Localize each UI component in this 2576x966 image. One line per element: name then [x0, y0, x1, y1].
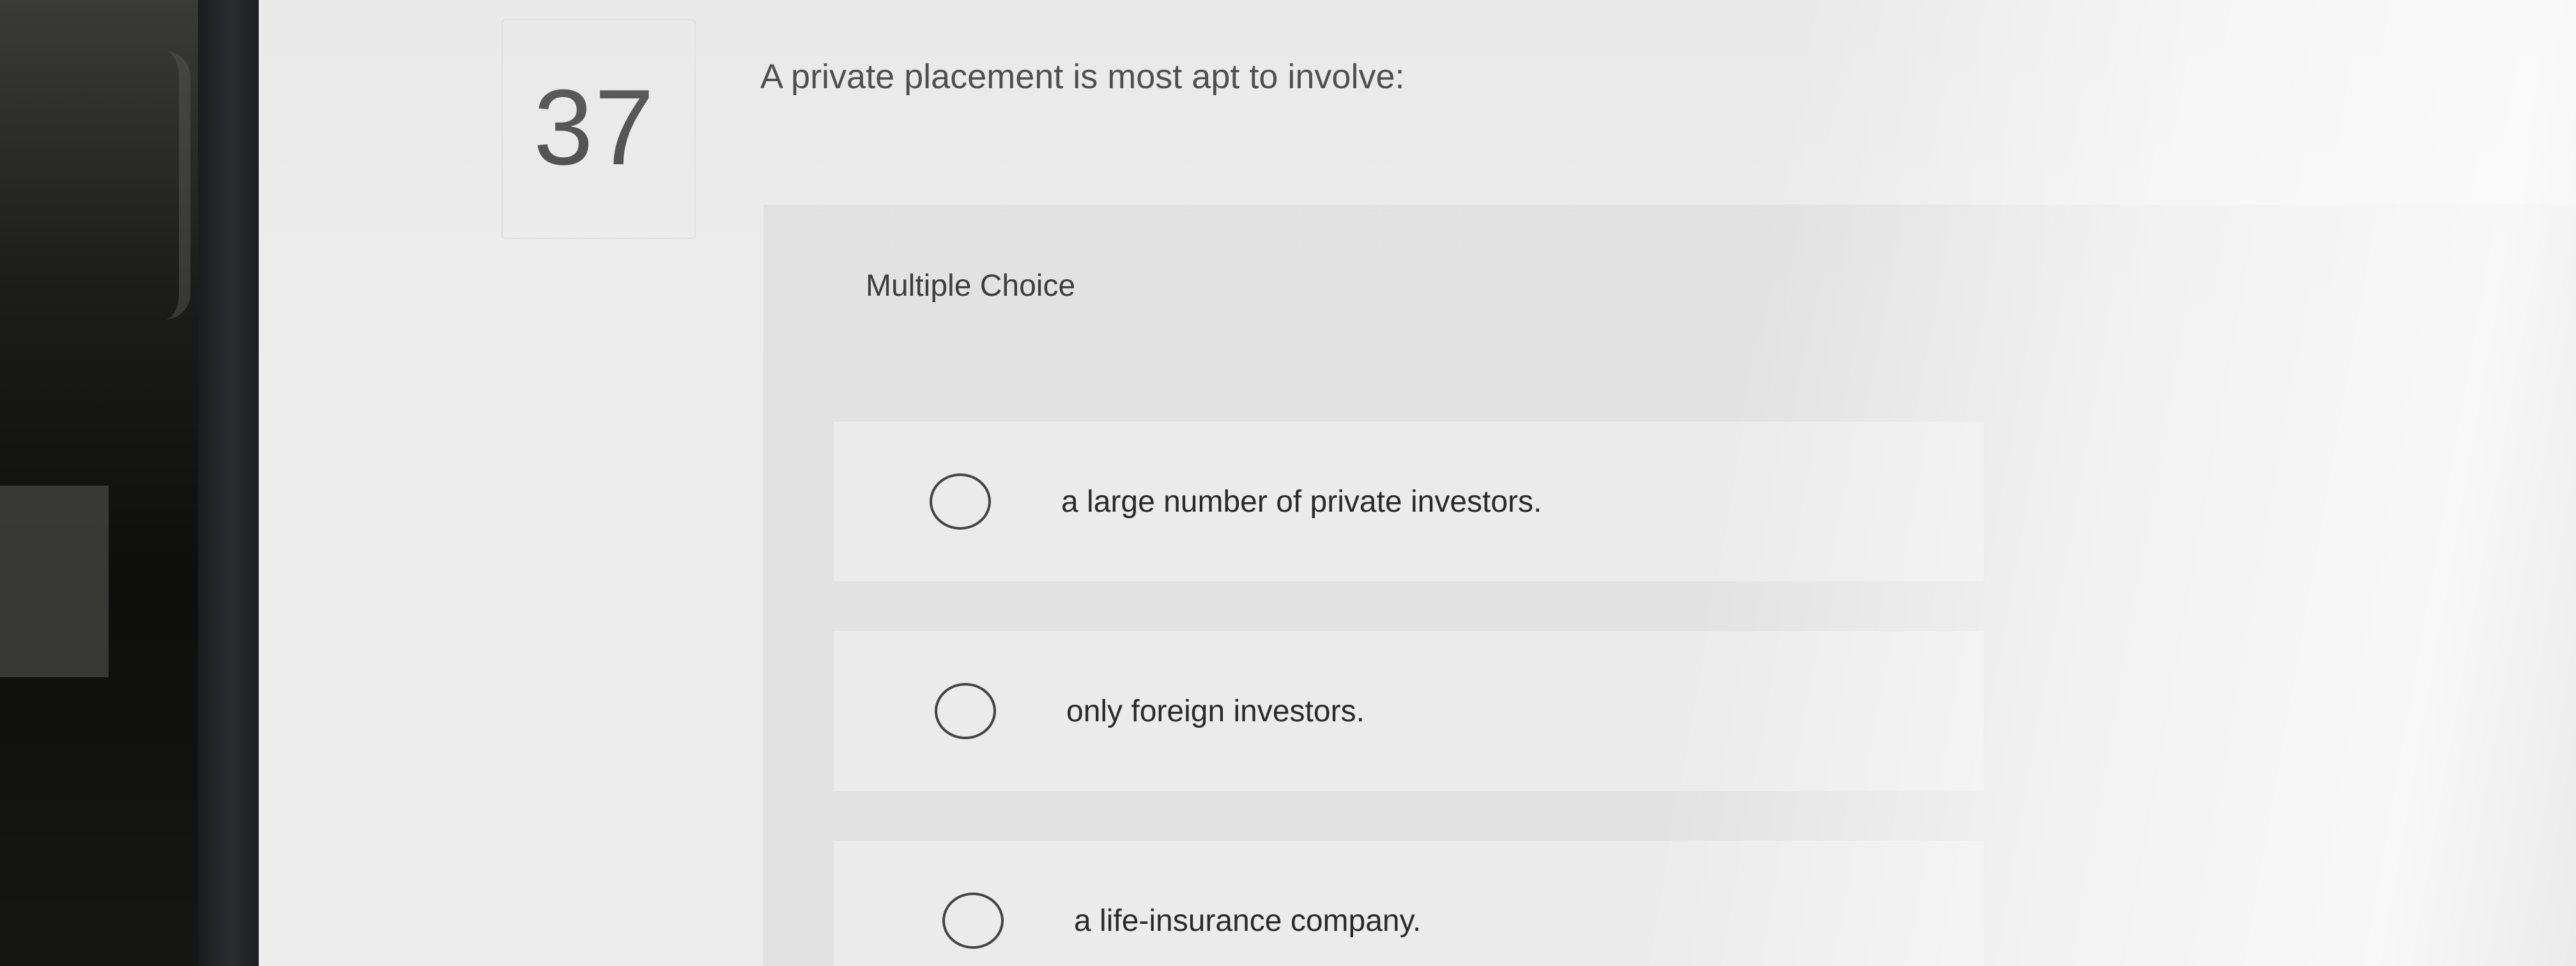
- answer-option[interactable]: a life-insurance company.: [834, 841, 1984, 966]
- background-object: [13, 51, 190, 319]
- question-text: A private placement is most apt to invol…: [760, 57, 1405, 96]
- question-number: 37: [533, 67, 656, 187]
- background-object: [0, 486, 109, 677]
- question-type-label: Multiple Choice: [866, 269, 1076, 303]
- answer-panel: Multiple Choice a large number of privat…: [763, 204, 2576, 966]
- photo-scene: 37 A private placement is most apt to in…: [0, 0, 2576, 966]
- answer-option[interactable]: only foreign investors.: [834, 631, 1984, 791]
- radio-button[interactable]: [942, 893, 1004, 949]
- answer-option-label: a large number of private investors.: [1061, 484, 1542, 519]
- monitor-bezel: [198, 0, 262, 966]
- radio-button[interactable]: [930, 473, 991, 530]
- background-environment: [0, 0, 204, 966]
- answer-option-label: only foreign investors.: [1066, 694, 1365, 728]
- answer-option-label: a life-insurance company.: [1074, 903, 1422, 938]
- quiz-screen: 37 A private placement is most apt to in…: [259, 0, 2576, 966]
- answer-option[interactable]: a large number of private investors.: [834, 422, 1984, 581]
- radio-button[interactable]: [935, 683, 996, 739]
